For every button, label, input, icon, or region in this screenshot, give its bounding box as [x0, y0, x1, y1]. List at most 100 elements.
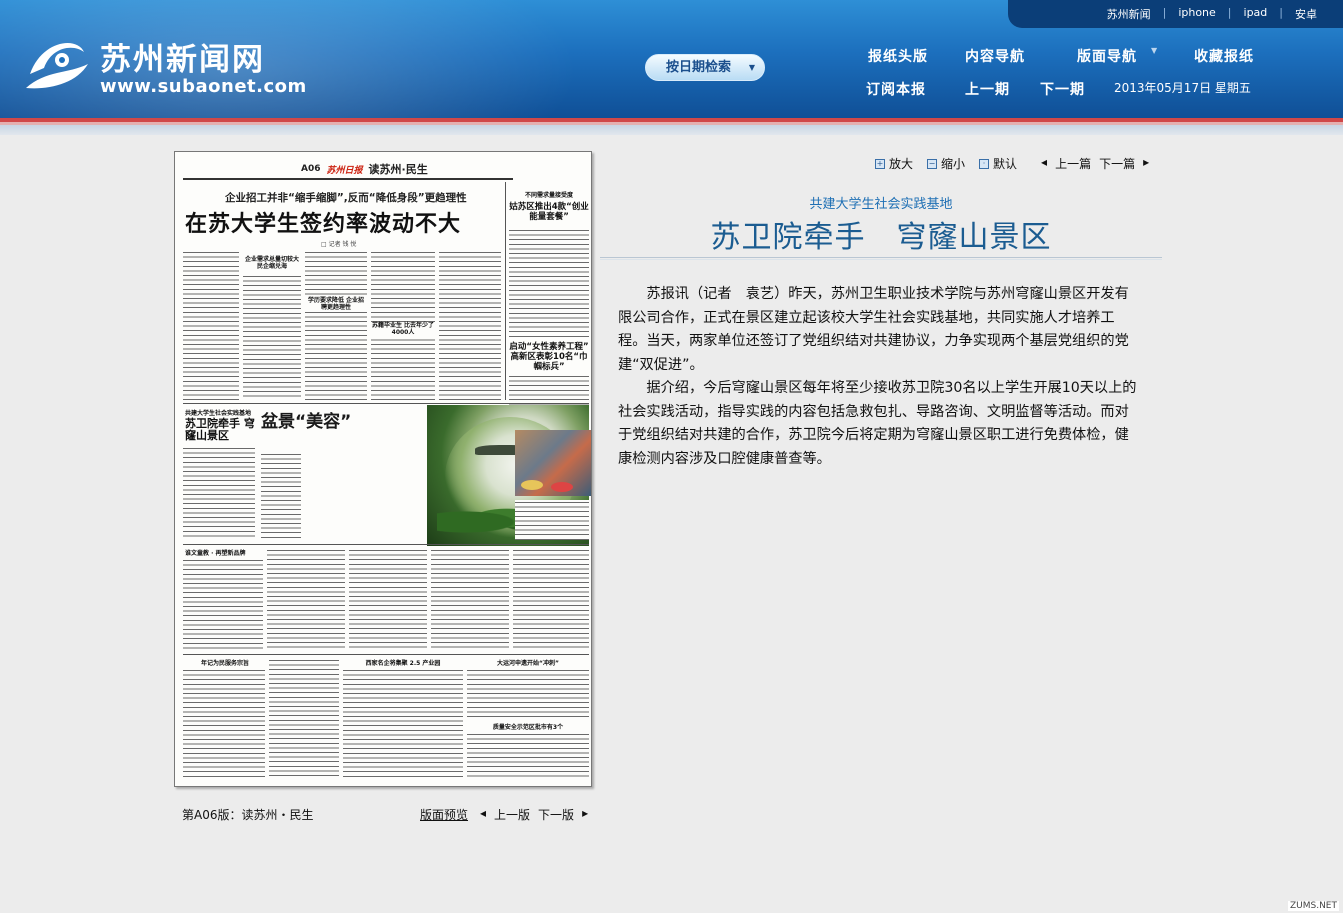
top-link-android[interactable]: 安卓: [1283, 6, 1329, 22]
issue-date: 2013年05月17日 星期五: [1114, 81, 1251, 95]
paper-side-kicker: 不同需求量接受度: [524, 192, 573, 199]
article-title: 苏卫院牵手 穹窿山景区: [710, 220, 1052, 255]
default-size-button[interactable]: · 默认: [979, 155, 1017, 172]
zoom-in-button[interactable]: + 放大: [875, 155, 913, 172]
top-links-bar: 苏州新闻 | iphone | ipad | 安卓: [1008, 0, 1343, 28]
divider: [600, 257, 1162, 258]
paper-text-column: [509, 228, 589, 338]
default-size-icon: ·: [979, 158, 990, 169]
paper-text-column: [349, 548, 427, 650]
divider: [183, 403, 589, 404]
header-stripe: [0, 125, 1343, 135]
page-preview-link[interactable]: 版面预览: [420, 806, 468, 823]
paper-kicker: 学历要求降低 企业招聘更趋理性: [305, 297, 367, 311]
default-size-label: 默认: [993, 157, 1018, 171]
page-caption: 第A06版：读苏州・民生: [182, 808, 314, 822]
paper-article-headline[interactable]: 苏卫院牵手 穹窿山景区: [185, 418, 255, 442]
paper-text-column: [183, 446, 255, 538]
paper-text-column: [439, 250, 501, 400]
divider: [183, 654, 589, 655]
nav-subscribe[interactable]: 订阅本报: [866, 79, 926, 99]
nav-prev-issue[interactable]: 上一期: [965, 79, 1010, 99]
paper-text-column: [183, 250, 239, 400]
divider: [600, 259, 1162, 260]
site-logo-icon[interactable]: [22, 30, 92, 96]
article-pager: ◂ 上一篇 下一篇 ▸: [1041, 155, 1149, 172]
paper-kicker: 苏籍毕业生 比去年少了4000人: [371, 322, 435, 336]
paper-news-headline[interactable]: 西家名企将集聚 2.5 产业园: [343, 658, 463, 667]
nav-next-issue[interactable]: 下一期: [1040, 79, 1085, 99]
paper-news-headline[interactable]: 年记为民服务宗旨: [185, 658, 265, 667]
paper-text-column: [305, 250, 367, 400]
article-toolbar: + 放大 − 缩小 · 默认 ◂ 上一篇 下一篇 ▸: [875, 155, 1149, 172]
paper-text-column: [343, 668, 463, 778]
page-pager: ◂ 上一版 下一版 ▸: [480, 806, 588, 823]
paper-page-header: A06 苏州日报 读苏州·民生: [301, 161, 428, 177]
paper-text-column: [431, 548, 509, 650]
nav-layout[interactable]: 版面导航: [1077, 46, 1137, 66]
caret-left-icon[interactable]: ◂: [480, 806, 486, 823]
paper-text-column: [183, 558, 263, 650]
caret-right-icon[interactable]: ▸: [1143, 155, 1149, 172]
top-link-iphone[interactable]: iphone: [1166, 6, 1227, 22]
paper-byline: □ 记者 钱 悦: [321, 241, 357, 248]
divider: [505, 182, 506, 400]
next-page-link[interactable]: 下一版: [538, 806, 574, 823]
paper-headline[interactable]: 在苏大学生签约率波动不大: [185, 206, 461, 238]
zoom-in-label: 放大: [889, 157, 914, 171]
paper-kicker: 企业需求总量切较大 民企缩兑海: [244, 256, 299, 270]
paper-text-column: [467, 668, 589, 718]
article-paragraph: 据介绍，今后穹窿山景区每年将至少接收苏卫院30名以上学生开展10天以上的社会实践…: [618, 380, 1137, 467]
nav-collect[interactable]: 收藏报纸: [1194, 46, 1254, 66]
article-paragraph: 苏报讯（记者 袁艺）昨天，苏州卫生职业技术学院与苏州穹窿山景区开发有限公司合作，…: [618, 286, 1129, 373]
date-search-label: 按日期检索: [666, 60, 732, 75]
paper-text-column: [243, 274, 301, 400]
site-header: 苏州新闻 | iphone | ipad | 安卓 苏州新闻网 www.suba…: [0, 0, 1343, 118]
site-brand-url: www.subaonet.com: [100, 76, 307, 97]
zoom-in-icon: +: [875, 158, 885, 169]
divider: [183, 178, 513, 180]
chevron-down-icon[interactable]: ▼: [1151, 46, 1158, 55]
newspaper-page-image[interactable]: A06 苏州日报 读苏州·民生 企业招工并非“缩手缩脚”,反而“降低身段”更趋理…: [174, 151, 592, 787]
next-article-link[interactable]: 下一篇: [1099, 155, 1135, 172]
watermark: ZUMS.NET: [1287, 901, 1339, 911]
prev-article-link[interactable]: 上一篇: [1055, 155, 1091, 172]
site-brand-name[interactable]: 苏州新闻网: [100, 34, 265, 79]
paper-text-column: [183, 668, 265, 778]
nav-content[interactable]: 内容导航: [965, 46, 1025, 66]
paper-text-column: [261, 452, 301, 538]
paper-photo-headline[interactable]: 盆景“美容”: [261, 414, 351, 431]
paper-event-photo[interactable]: [515, 430, 591, 496]
paper-side-headline[interactable]: 姑苏区推出4款“创业能量套餐”: [509, 202, 589, 222]
paper-news-headline[interactable]: 质量安全示范区批市有3个: [467, 722, 589, 731]
paper-news-headline[interactable]: 大运河申遗开始“冲刺”: [467, 658, 589, 667]
divider: [183, 544, 589, 545]
caret-right-icon[interactable]: ▸: [582, 806, 588, 823]
paper-article-kicker[interactable]: 共建大学生社会实践基地: [185, 408, 255, 417]
paper-page-number: A06: [301, 164, 321, 174]
article-subtitle: 共建大学生社会实践基地: [809, 197, 953, 212]
paper-section-name: 读苏州·民生: [368, 163, 428, 176]
zoom-out-button[interactable]: − 缩小: [927, 155, 965, 172]
paper-side-headline-2[interactable]: 启动“女性素养工程” 高新区表彰10名“巾帼标兵”: [509, 342, 589, 372]
paper-text-column: [515, 500, 589, 540]
photo-bowl: [521, 480, 543, 490]
paper-text-column: [269, 658, 339, 778]
paper-text-column: [467, 732, 589, 778]
prev-page-link[interactable]: 上一版: [494, 806, 530, 823]
zoom-out-label: 缩小: [941, 157, 966, 171]
date-search-button[interactable]: 按日期检索 ▼: [645, 54, 765, 81]
nav-headlines[interactable]: 报纸头版: [868, 46, 928, 66]
paper-text-column: [513, 548, 589, 650]
caret-left-icon[interactable]: ◂: [1041, 155, 1047, 172]
zoom-out-icon: −: [927, 158, 938, 169]
paper-news-headline[interactable]: 谁文童教 · 再塑新品牌: [185, 548, 265, 557]
chevron-down-icon: ▼: [748, 63, 755, 72]
paper-subheadline[interactable]: 企业招工并非“缩手缩脚”,反而“降低身段”更趋理性: [225, 190, 467, 205]
article-body: 苏报讯（记者 袁艺）昨天，苏州卫生职业技术学院与苏州穹窿山景区开发有限公司合作，…: [618, 283, 1142, 471]
top-link-suzhou-news[interactable]: 苏州新闻: [1095, 6, 1163, 22]
paper-masthead: 苏州日报: [326, 165, 363, 176]
paper-text-column: [267, 548, 345, 650]
photo-bowl: [551, 482, 573, 492]
top-link-ipad[interactable]: ipad: [1232, 6, 1280, 22]
